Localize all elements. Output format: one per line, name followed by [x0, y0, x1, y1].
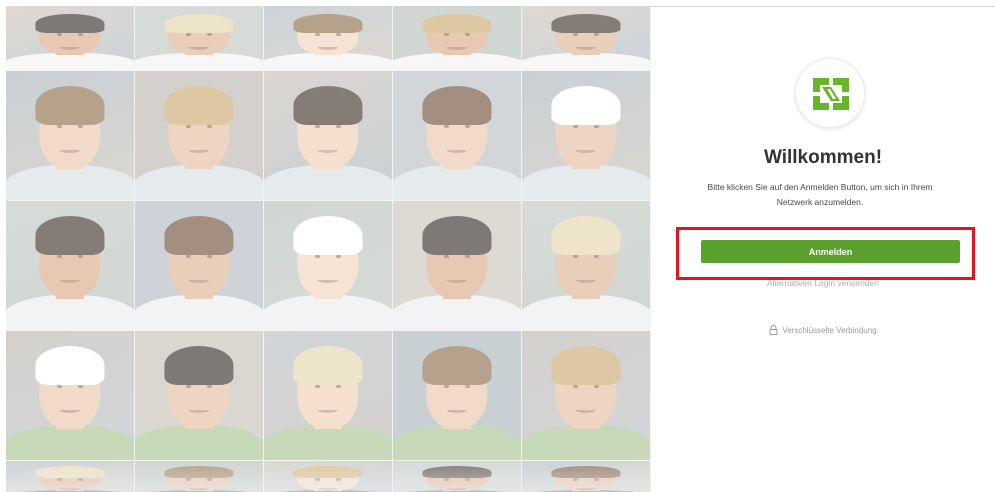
portrait-photo: [135, 71, 263, 200]
portrait-photo: [522, 331, 650, 460]
portrait-photo: [522, 461, 650, 492]
secure-connection-label: Verschlüsselte Verbindung: [782, 325, 877, 335]
lock-icon: [769, 325, 778, 335]
portrait-photo: [393, 201, 521, 330]
portrait-photo: [393, 71, 521, 200]
logo-mark: [813, 78, 849, 110]
portrait-photo: [264, 331, 392, 460]
portrait-photo: [264, 71, 392, 200]
portrait-photo: [264, 6, 392, 70]
portrait-photo: [264, 461, 392, 492]
portrait-photo: [6, 461, 134, 492]
portrait-photo: [6, 201, 134, 330]
portrait-grid: [6, 6, 651, 492]
alternative-login-link[interactable]: Alternativen Login verwenden: [651, 278, 995, 288]
portrait-photo: [393, 461, 521, 492]
portrait-photo: [522, 6, 650, 70]
welcome-subtitle: Bitte klicken Sie auf den Anmelden Butto…: [707, 182, 933, 207]
portrait-photo: [522, 201, 650, 330]
portrait-photo: [6, 331, 134, 460]
welcome-title: Willkommen!: [763, 147, 883, 168]
portrait-photo: [522, 71, 650, 200]
portrait-photo: [264, 201, 392, 330]
login-page: Willkommen! Bitte klicken Sie auf den An…: [0, 0, 995, 492]
portrait-photo: [135, 201, 263, 330]
secure-connection-notice: Verschlüsselte Verbindung: [651, 325, 995, 335]
background-photo-mosaic: [6, 6, 651, 492]
portrait-photo: [393, 331, 521, 460]
company-logo-icon: [795, 58, 865, 128]
portrait-photo: [135, 6, 263, 70]
portrait-photo: [135, 461, 263, 492]
portrait-photo: [6, 71, 134, 200]
portrait-photo: [393, 6, 521, 70]
login-button[interactable]: Anmelden: [701, 240, 960, 263]
portrait-photo: [135, 331, 263, 460]
portrait-photo: [6, 6, 134, 70]
